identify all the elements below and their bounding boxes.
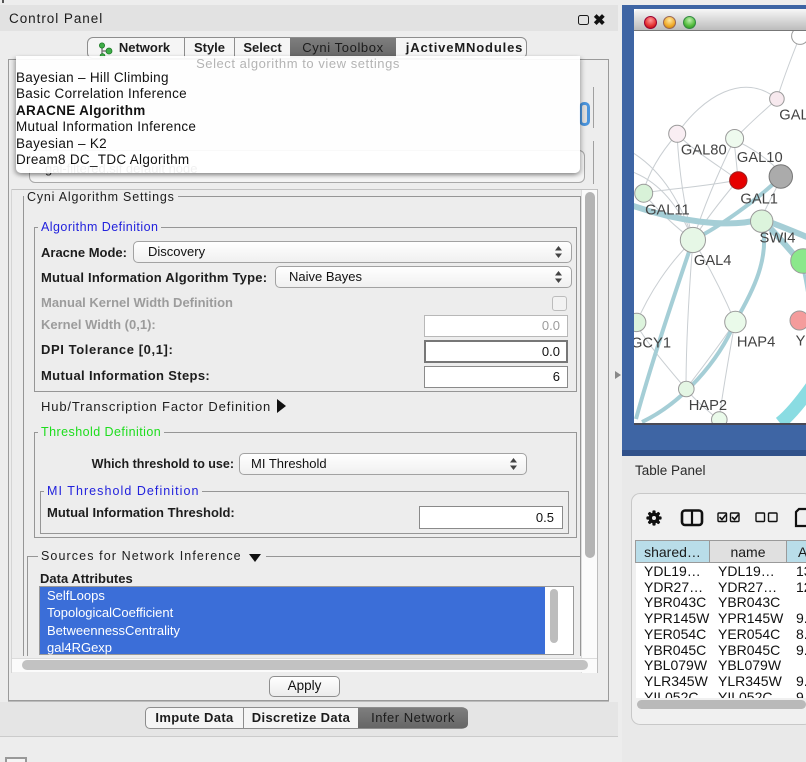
svg-text:GAL80: GAL80 [681,142,727,158]
svg-text:Y: Y [796,334,806,350]
svg-text:GAL: GAL [779,107,806,123]
svg-text:GAL4: GAL4 [694,253,732,269]
svg-text:HAP4: HAP4 [737,335,775,351]
svg-text:GCY1: GCY1 [634,336,671,352]
svg-text:SWI4: SWI4 [760,231,796,247]
svg-text:GAL10: GAL10 [737,150,783,166]
svg-text:GAL1: GAL1 [740,191,778,207]
svg-text:HAP2: HAP2 [689,398,727,414]
svg-text:GAL11: GAL11 [645,202,690,218]
